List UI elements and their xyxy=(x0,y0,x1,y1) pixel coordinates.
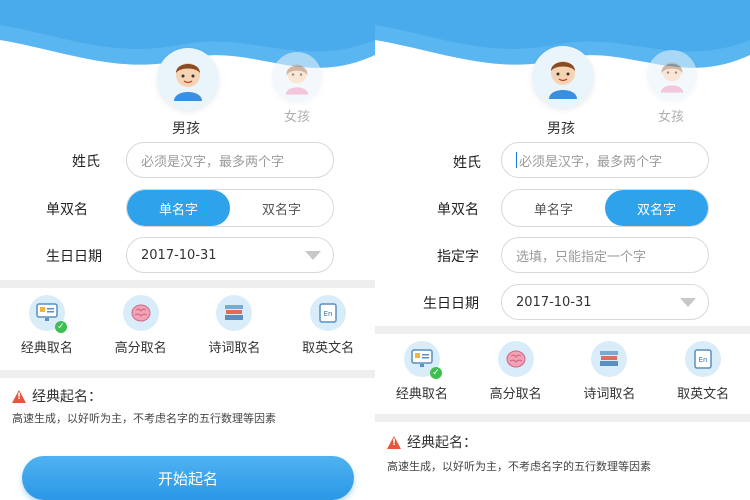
feature-poetry-label: 诗词取名 xyxy=(583,387,636,402)
name-type-label: 单双名 xyxy=(437,202,479,218)
fixed-char-input[interactable]: 选填，只能指定一个字 xyxy=(501,237,709,273)
surname-input[interactable]: 必须是汉字，最多两个字 xyxy=(501,142,709,178)
feature-high-score[interactable]: 高分取名 xyxy=(469,341,563,411)
feature-poetry-label: 诗词取名 xyxy=(208,341,261,356)
feature-classic[interactable]: ✓ 经典取名 xyxy=(375,341,469,411)
single-name-option[interactable]: 单名字 xyxy=(127,190,230,226)
svg-text:En: En xyxy=(324,310,333,318)
feature-classic[interactable]: ✓ 经典取名 xyxy=(0,295,94,365)
birthday-select[interactable]: 2017-10-31 xyxy=(501,284,709,320)
birthday-value: 2017-10-31 xyxy=(141,247,217,263)
brain-icon xyxy=(131,304,151,322)
feature-english-label: 取英文名 xyxy=(677,387,730,402)
girl-label[interactable]: 女孩 xyxy=(658,106,684,125)
info-description: 高速生成，以好听为主，不考虑名字的五行数理等因素 xyxy=(387,460,651,473)
warning-icon: ! xyxy=(12,389,26,403)
text-cursor xyxy=(516,152,517,168)
start-naming-button[interactable]: 开始起名 xyxy=(22,456,354,500)
monitor-icon xyxy=(411,349,433,367)
surname-placeholder: 必须是汉字，最多两个字 xyxy=(519,154,663,170)
girl-avatar[interactable] xyxy=(647,50,697,100)
surname-label: 姓氏 xyxy=(72,154,100,170)
fixed-char-label: 指定字 xyxy=(437,249,479,265)
name-type-toggle[interactable]: 单名字 双名字 xyxy=(126,189,334,227)
svg-text:En: En xyxy=(699,356,708,364)
feature-classic-label: 经典取名 xyxy=(395,387,448,402)
right-screen: 男孩 女孩 姓氏 必须是汉字，最多两个字 单双名 单名字 双名字 指定字 选填，… xyxy=(375,0,750,500)
girl-label[interactable]: 女孩 xyxy=(284,106,310,125)
brain-icon xyxy=(506,350,526,368)
section-divider xyxy=(0,280,375,288)
birthday-select[interactable]: 2017-10-31 xyxy=(126,237,334,273)
feature-high-score[interactable]: 高分取名 xyxy=(94,295,188,365)
books-icon xyxy=(600,351,619,366)
girl-avatar-icon xyxy=(660,62,684,93)
birthday-value: 2017-10-31 xyxy=(516,294,592,310)
check-icon: ✓ xyxy=(54,321,67,333)
info-title-text: 经典起名： xyxy=(407,435,477,451)
section-divider xyxy=(375,326,750,334)
info-title-text: 经典起名： xyxy=(32,389,102,405)
info-title: ! 经典起名： xyxy=(387,432,477,452)
english-card-icon: En xyxy=(319,303,337,323)
section-divider xyxy=(375,414,750,422)
dropdown-caret-icon xyxy=(680,298,696,307)
check-icon: ✓ xyxy=(429,367,442,379)
birthday-label: 生日日期 xyxy=(423,296,479,312)
feature-english-label: 取英文名 xyxy=(302,341,355,356)
feature-bar: ✓ 经典取名 高分取名 诗词取名 En 取英文名 xyxy=(0,295,375,365)
double-name-option[interactable]: 双名字 xyxy=(230,190,333,226)
feature-classic-label: 经典取名 xyxy=(20,341,73,356)
boy-avatar[interactable] xyxy=(532,46,594,108)
feature-bar: ✓ 经典取名 高分取名 诗词取名 En 取英文名 xyxy=(375,341,750,411)
feature-high-score-label: 高分取名 xyxy=(489,387,542,402)
double-name-option[interactable]: 双名字 xyxy=(605,190,708,226)
surname-input[interactable]: 必须是汉字，最多两个字 xyxy=(126,142,334,178)
girl-avatar-icon xyxy=(285,64,309,95)
info-title: ! 经典起名： xyxy=(12,386,102,406)
info-description: 高速生成，以好听为主，不考虑名字的五行数理等因素 xyxy=(12,412,276,425)
feature-english[interactable]: En 取英文名 xyxy=(656,341,750,411)
girl-avatar[interactable] xyxy=(272,52,322,102)
english-card-icon: En xyxy=(694,349,712,369)
boy-label[interactable]: 男孩 xyxy=(172,118,200,138)
feature-poetry[interactable]: 诗词取名 xyxy=(563,341,657,411)
warning-icon: ! xyxy=(387,435,401,449)
boy-avatar[interactable] xyxy=(157,48,219,110)
name-type-toggle[interactable]: 单名字 双名字 xyxy=(501,189,709,227)
books-icon xyxy=(225,305,244,320)
feature-high-score-label: 高分取名 xyxy=(114,341,167,356)
birthday-label: 生日日期 xyxy=(46,249,102,265)
boy-label[interactable]: 男孩 xyxy=(547,118,575,138)
name-type-label: 单双名 xyxy=(46,202,88,218)
dropdown-caret-icon xyxy=(305,251,321,260)
monitor-icon xyxy=(36,303,58,321)
left-screen: 男孩 女孩 姓氏 必须是汉字，最多两个字 单双名 单名字 双名字 生日日期 20… xyxy=(0,0,375,500)
feature-english[interactable]: En 取英文名 xyxy=(281,295,375,365)
surname-placeholder: 必须是汉字，最多两个字 xyxy=(141,154,285,170)
section-divider xyxy=(0,370,375,378)
fixed-char-placeholder: 选填，只能指定一个字 xyxy=(516,249,647,265)
surname-label: 姓氏 xyxy=(453,155,481,171)
boy-avatar-icon xyxy=(549,61,577,99)
single-name-option[interactable]: 单名字 xyxy=(502,190,605,226)
feature-poetry[interactable]: 诗词取名 xyxy=(188,295,282,365)
boy-avatar-icon xyxy=(174,63,202,101)
